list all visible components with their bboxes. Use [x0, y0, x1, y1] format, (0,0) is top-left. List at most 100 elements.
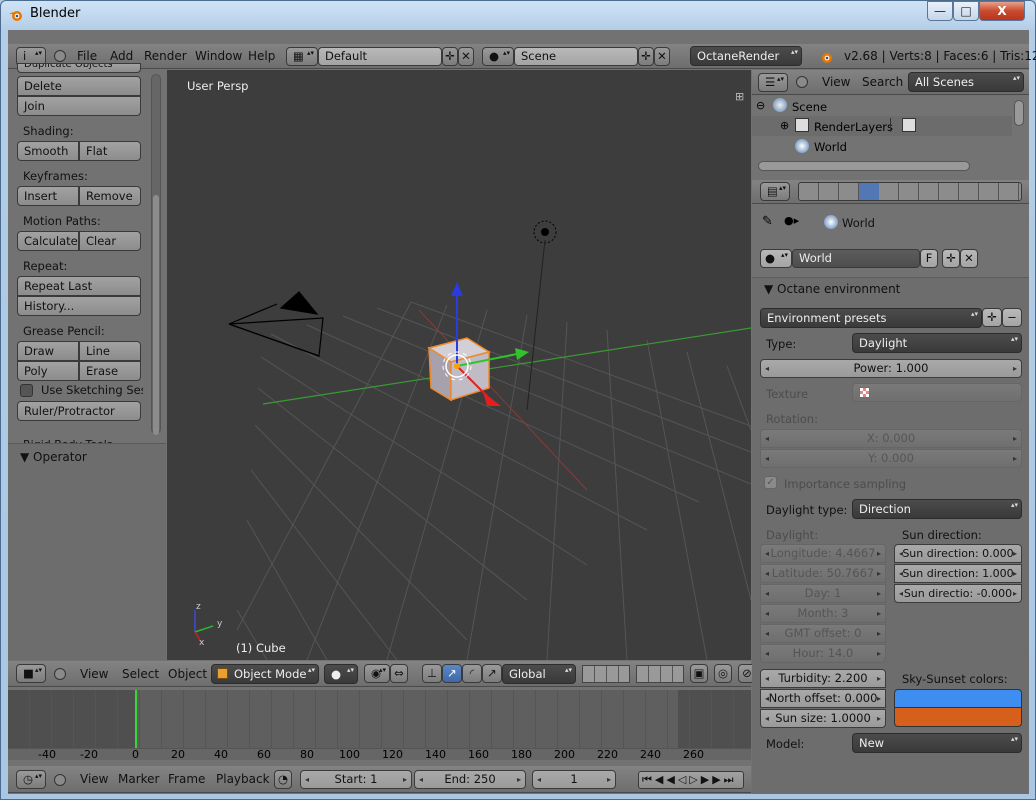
layers-grid-b[interactable]	[636, 665, 684, 683]
maximize-button[interactable]: □	[953, 1, 979, 21]
ruler-protractor-button[interactable]: Ruler/Protractor	[17, 401, 141, 421]
pin-icon[interactable]: ✎	[762, 214, 773, 229]
translate-manipulator-icon[interactable]: ⊥	[422, 664, 442, 683]
close-button[interactable]: X	[979, 1, 1025, 21]
outliner-item-renderlayers[interactable]: RenderLayers	[814, 120, 893, 134]
toolshelf-scroll-thumb[interactable]	[153, 195, 159, 435]
screen-layout-icon[interactable]: ▦	[286, 47, 318, 66]
octane-env-panel-title[interactable]: ▼ Octane environment	[764, 282, 900, 296]
shading-select[interactable]: ●	[324, 664, 358, 684]
power-field[interactable]: ◂ Power: 1.000 ▸	[760, 359, 1022, 378]
sun-size-field[interactable]: ◂ Sun size: 1.0000 ▸	[760, 709, 886, 728]
layers-grid-a[interactable]	[582, 665, 630, 683]
scene-browse-icon[interactable]: ●	[482, 47, 514, 66]
erase-button[interactable]: Erase	[79, 361, 141, 381]
outliner-vscrollbar[interactable]	[1014, 100, 1024, 126]
draw-button[interactable]: Draw	[17, 341, 79, 361]
sun-direction-x-field[interactable]: ◂ Sun direction: 0.000 ▸	[894, 544, 1022, 563]
clear-button[interactable]: Clear	[79, 231, 141, 251]
pivot-select-icon[interactable]: ◉	[364, 664, 390, 683]
insert-keyframe-button[interactable]: Insert	[17, 186, 79, 206]
start-frame-field[interactable]: ◂ Start: 1 ▸	[300, 770, 412, 789]
menu-frame[interactable]: Frame	[168, 766, 205, 793]
editor-type-timeline-icon[interactable]: ◷	[16, 770, 46, 789]
proportional-edit-icon[interactable]: ◎	[714, 664, 732, 683]
duplicate-button-partial[interactable]: Duplicate Objects	[17, 63, 141, 73]
add-preset-icon[interactable]: ✛	[982, 308, 1002, 327]
remove-screen-icon[interactable]: ✕	[458, 47, 474, 66]
day-field[interactable]: ◂ Day: 1 ▸	[760, 584, 886, 603]
timeline-area[interactable]: -40 -20 0 20 40 60 80 100 120 140 160 18…	[8, 690, 751, 761]
sun-direction-y-field[interactable]: ◂ Sun direction: 1.000 ▸	[894, 564, 1022, 583]
properties-context-tabs[interactable]	[798, 182, 1022, 201]
remove-scene-icon[interactable]: ✕	[654, 47, 670, 66]
smooth-button[interactable]: Smooth	[17, 141, 79, 161]
collapse-menu-icon[interactable]	[54, 668, 66, 680]
env-presets-select[interactable]: Environment presets	[760, 308, 982, 328]
scale-manipulator-icon[interactable]: ↗	[482, 664, 502, 683]
join-button[interactable]: Join	[17, 96, 141, 116]
remove-keyframe-button[interactable]: Remove	[79, 186, 141, 206]
world-tab-active[interactable]	[859, 183, 879, 200]
sky-color-swatch[interactable]	[894, 689, 1022, 708]
rotation-y-field[interactable]: ◂ Y: 0.000 ▸	[760, 449, 1022, 468]
outliner-hscrollbar[interactable]	[758, 161, 970, 171]
add-scene-icon[interactable]: ✛	[638, 47, 654, 66]
collapse-menu-icon[interactable]	[54, 50, 66, 62]
properties-toggle-icon[interactable]: ⊞	[735, 90, 744, 103]
menu-view[interactable]: View	[80, 766, 108, 793]
camera-object[interactable]	[228, 291, 324, 357]
line-button[interactable]: Line	[79, 341, 141, 361]
expand-toggle-icon[interactable]: ⊕	[780, 119, 789, 132]
turbidity-field[interactable]: ◂ Turbidity: 2.200 ▸	[760, 669, 886, 688]
calculate-button[interactable]: Calculate	[17, 231, 79, 251]
lock-camera-icon[interactable]: ▣	[690, 664, 708, 683]
outliner-item-world[interactable]: World	[814, 140, 847, 154]
preview-range-icon[interactable]: ◔	[274, 770, 292, 789]
editor-type-outliner-icon[interactable]: ☰	[758, 73, 788, 92]
latitude-field[interactable]: ◂ Latitude: 50.7667 ▸	[760, 564, 886, 583]
north-offset-field[interactable]: ◂ North offset: 0.000 ▸	[760, 689, 886, 708]
daylight-type-select[interactable]: Direction	[852, 499, 1022, 519]
minimize-button[interactable]: —	[927, 1, 953, 21]
screen-layout-field[interactable]: Default	[318, 47, 442, 66]
collapse-menu-icon[interactable]	[54, 774, 66, 786]
importance-sampling-checkbox[interactable]: ✓	[764, 476, 777, 489]
move-manipulator-icon[interactable]: ↗	[442, 664, 462, 683]
menu-help[interactable]: Help	[248, 44, 275, 68]
unlink-world-icon[interactable]: ✕	[960, 249, 978, 268]
world-browse-icon[interactable]: ●	[760, 249, 792, 268]
history-button[interactable]: History...	[17, 296, 141, 316]
world-datablock-field[interactable]: World	[792, 249, 920, 268]
poly-button[interactable]: Poly	[17, 361, 79, 381]
menu-search[interactable]: Search	[862, 70, 903, 95]
operator-panel-title[interactable]: ▼ Operator	[20, 450, 87, 464]
editor-type-properties-icon[interactable]: ▤	[760, 182, 790, 201]
collapse-toggle-icon[interactable]: ⊖	[756, 99, 765, 112]
menu-render[interactable]: Render	[144, 44, 187, 68]
mode-select[interactable]: Object Mode	[211, 664, 319, 684]
repeat-last-button[interactable]: Repeat Last	[17, 276, 141, 296]
hour-field[interactable]: ◂ Hour: 14.0 ▸	[760, 644, 886, 663]
month-field[interactable]: ◂ Month: 3 ▸	[760, 604, 886, 623]
manipulator-toggle-icon[interactable]: ⇔	[390, 664, 408, 683]
outliner-item-scene[interactable]: Scene	[792, 100, 827, 114]
current-frame-line[interactable]	[135, 690, 137, 748]
current-frame-field[interactable]: ◂ 1 ▸	[532, 770, 616, 789]
playback-controls[interactable]: ⏮◀◀◁▷▶▶⏭	[638, 771, 744, 789]
collapse-menu-icon[interactable]	[796, 76, 808, 88]
menu-marker[interactable]: Marker	[118, 766, 159, 793]
sun-direction-z-field[interactable]: ◂ Sun directio: -0.000 ▸	[894, 584, 1022, 603]
editor-type-3d-icon[interactable]: ■	[16, 664, 46, 683]
lamp-object[interactable]	[526, 220, 557, 411]
remove-preset-icon[interactable]: −	[1002, 308, 1022, 327]
gmt-offset-field[interactable]: ◂ GMT offset: 0 ▸	[760, 624, 886, 643]
type-select[interactable]: Daylight	[852, 333, 1022, 353]
end-frame-field[interactable]: ◂ End: 250 ▸	[414, 770, 526, 789]
scene-field[interactable]: Scene	[514, 47, 638, 66]
menu-view[interactable]: View	[80, 661, 108, 687]
longitude-field[interactable]: ◂ Longitude: 4.4667 ▸	[760, 544, 886, 563]
menu-select[interactable]: Select	[122, 661, 159, 687]
fake-user-button[interactable]: F	[920, 249, 938, 268]
rotation-x-field[interactable]: ◂ X: 0.000 ▸	[760, 429, 1022, 448]
